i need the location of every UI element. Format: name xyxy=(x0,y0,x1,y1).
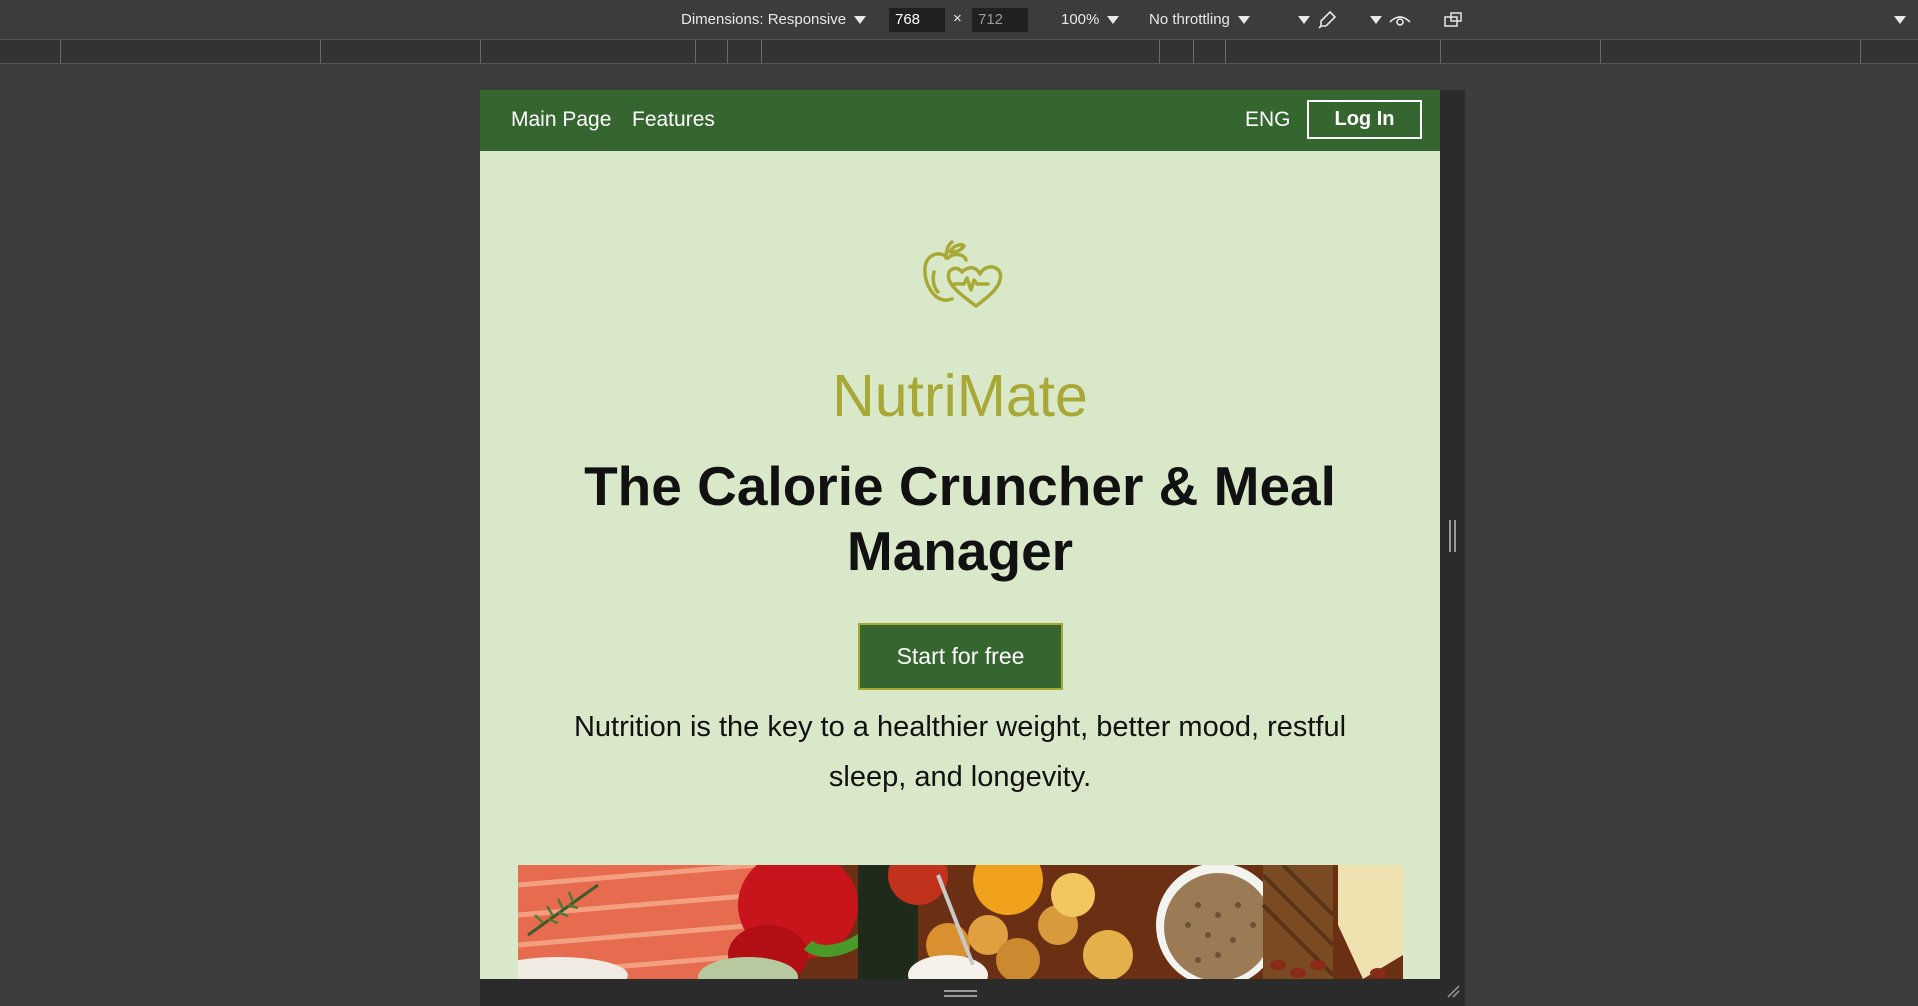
height-input[interactable]: 712 xyxy=(972,8,1028,32)
site-navbar: Main Page Features ENG Log In xyxy=(480,90,1440,151)
tagline-text: Nutrition is the key to a healthier weig… xyxy=(573,711,1347,793)
eye-icon[interactable] xyxy=(1388,0,1412,39)
ruler-tick[interactable] xyxy=(727,40,728,63)
corner-resize-icon[interactable] xyxy=(1446,984,1460,1003)
ruler-tick[interactable] xyxy=(1193,40,1194,63)
bottom-resize-handle[interactable] xyxy=(944,990,977,997)
chevron-down-icon xyxy=(854,15,867,24)
ruler-tick[interactable] xyxy=(1600,40,1601,63)
apple-heart-icon xyxy=(910,230,1010,330)
chevron-down-icon xyxy=(1298,15,1310,24)
media-query-ruler xyxy=(0,39,1918,64)
page-headline: The Calorie Cruncher & Meal Manager xyxy=(584,455,1336,582)
dimensions-label: Dimensions: Responsive xyxy=(681,11,847,28)
device-viewport: Main Page Features ENG Log In NutriMate … xyxy=(480,90,1440,979)
ruler-tick[interactable] xyxy=(60,40,61,63)
width-input[interactable]: 768 xyxy=(889,8,945,32)
nav-features-link[interactable]: Features xyxy=(632,108,715,132)
device-toolbar: Dimensions: Responsive 768 × 712 100% No… xyxy=(0,0,1918,39)
ruler-tick[interactable] xyxy=(320,40,321,63)
healthy-food-image xyxy=(518,865,1403,979)
ruler-tick[interactable] xyxy=(695,40,696,63)
start-for-free-button[interactable]: Start for free xyxy=(858,623,1063,690)
more-options-dropdown[interactable] xyxy=(1290,0,1310,39)
ruler-tick[interactable] xyxy=(1860,40,1861,63)
dimensions-dropdown[interactable]: Dimensions: Responsive xyxy=(681,0,867,39)
language-selector[interactable]: ENG xyxy=(1245,108,1291,132)
vision-dropdown[interactable] xyxy=(1362,0,1382,39)
zoom-dropdown[interactable]: 100% xyxy=(1061,0,1120,39)
ruler-tick[interactable] xyxy=(480,40,481,63)
login-button[interactable]: Log In xyxy=(1307,100,1422,139)
chevron-down-icon xyxy=(1370,15,1382,24)
zoom-label: 100% xyxy=(1061,11,1100,28)
ruler-tick[interactable] xyxy=(761,40,762,63)
times-sign: × xyxy=(953,10,962,27)
throttling-label: No throttling xyxy=(1149,11,1230,28)
right-resize-handle[interactable] xyxy=(1449,520,1456,552)
brand-title: NutriMate xyxy=(832,363,1088,429)
ruler-tick[interactable] xyxy=(1440,40,1441,63)
chevron-down-icon xyxy=(1107,15,1120,24)
chevron-down-icon xyxy=(1894,15,1906,24)
toolbar-menu[interactable] xyxy=(1886,0,1906,39)
throttling-dropdown[interactable]: No throttling xyxy=(1149,0,1250,39)
nav-main-page-link[interactable]: Main Page xyxy=(511,108,611,132)
ruler-tick[interactable] xyxy=(1225,40,1226,63)
eyedropper-icon[interactable] xyxy=(1316,0,1338,39)
rotate-icon[interactable] xyxy=(1443,0,1465,39)
ruler-tick[interactable] xyxy=(1159,40,1160,63)
chevron-down-icon xyxy=(1237,15,1250,24)
